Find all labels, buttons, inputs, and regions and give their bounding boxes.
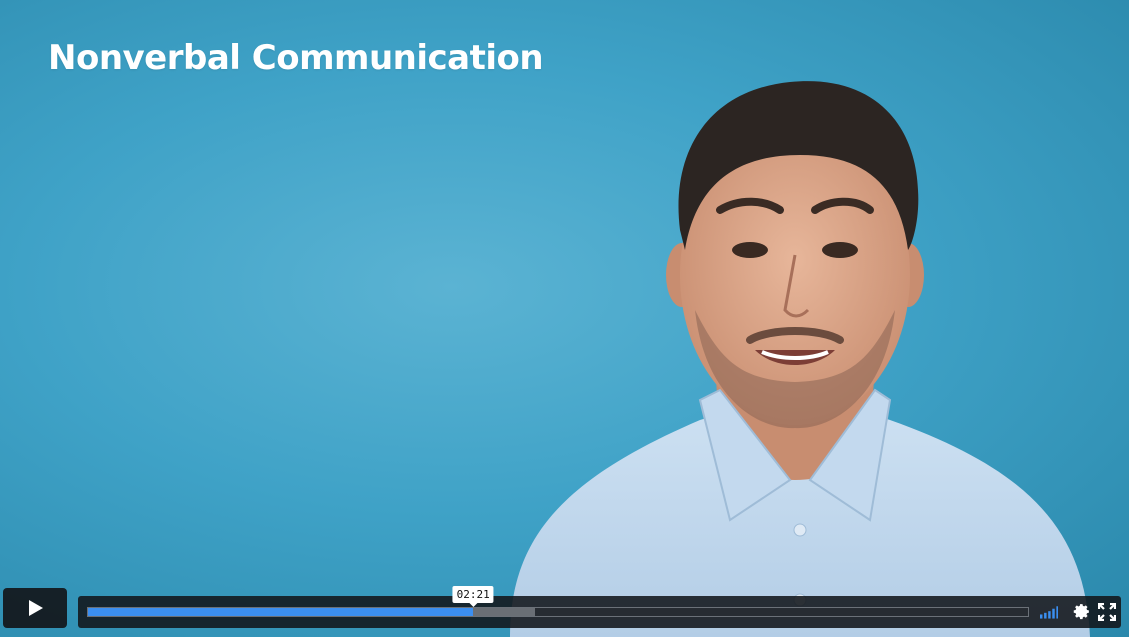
time-tooltip: 02:21 <box>452 586 494 607</box>
progress-played <box>88 608 474 616</box>
presenter-figure <box>510 81 1090 637</box>
fullscreen-icon[interactable] <box>1098 603 1116 621</box>
video-player[interactable]: Nonverbal Communication 02:21 <box>0 0 1129 637</box>
play-button[interactable] <box>3 588 67 628</box>
video-title: Nonverbal Communication <box>48 38 544 78</box>
gear-icon[interactable] <box>1073 603 1091 621</box>
control-bar <box>78 596 1121 628</box>
volume-bars-icon[interactable] <box>1040 603 1058 621</box>
play-icon <box>29 600 43 616</box>
progress-bar[interactable] <box>87 607 1029 617</box>
